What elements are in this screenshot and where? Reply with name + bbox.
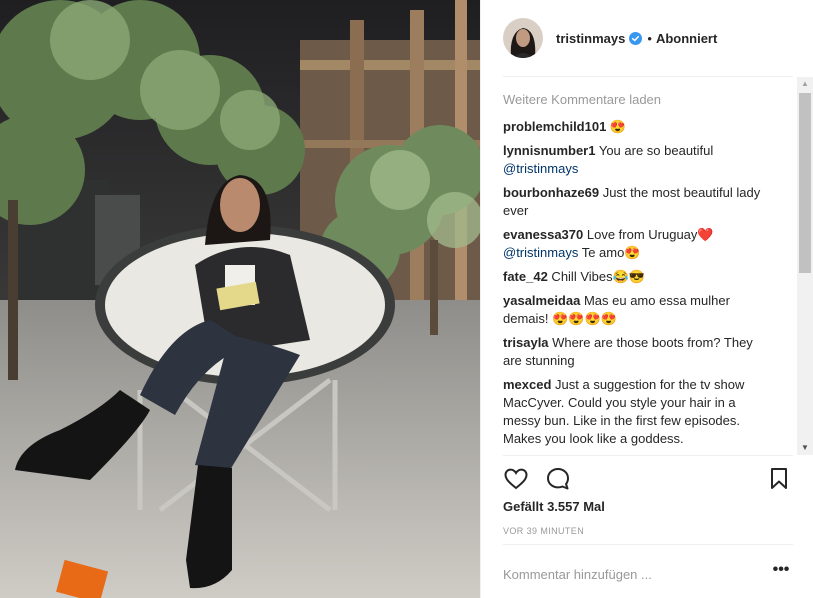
scroll-thumb[interactable] [799, 93, 811, 273]
comment-item: yasalmeidaa Mas eu amo essa mulher demai… [503, 292, 775, 328]
comment-username[interactable]: yasalmeidaa [503, 293, 580, 308]
follow-state-button[interactable]: Abonniert [656, 31, 717, 46]
comment-item: evanessa370 Love from Uruguay❤️ @tristin… [503, 226, 775, 262]
comment-item: problemchild101 😍 [503, 118, 775, 136]
comment-username[interactable]: evanessa370 [503, 227, 583, 242]
comment-username[interactable]: fate_42 [503, 269, 548, 284]
comments-list: Weitere Kommentare laden problemchild101… [503, 88, 775, 454]
add-comment-section: ••• [503, 544, 793, 598]
comment-item: mexced Just a suggestion for the tv show… [503, 376, 775, 448]
separator-dot: • [647, 30, 652, 46]
comment-icon[interactable] [545, 466, 571, 492]
comment-mention[interactable]: @tristinmays [503, 245, 578, 260]
more-options-button[interactable]: ••• [771, 562, 791, 579]
comment-username[interactable]: bourbonhaze69 [503, 185, 599, 200]
scroll-down-arrow-icon[interactable]: ▼ [797, 441, 813, 455]
post-sidebar: tristinmays • Abonniert Weitere Kommenta… [480, 0, 813, 598]
comment-text: You are so beautiful [595, 143, 714, 158]
bookmark-icon[interactable] [766, 466, 792, 492]
comment-text: 😍 [606, 119, 627, 134]
likes-count[interactable]: Gefällt 3.557 Mal [503, 499, 605, 514]
comment-item: fate_42 Chill Vibes😂😎 [503, 268, 775, 286]
comment-text: Love from Uruguay❤️ [583, 227, 714, 242]
comment-item: lynnisnumber1 You are so beautiful @tris… [503, 142, 775, 178]
heart-icon[interactable] [503, 466, 529, 492]
comment-username[interactable]: mexced [503, 377, 551, 392]
comment-item: bourbonhaze69 Just the most beautiful la… [503, 184, 775, 220]
scroll-up-arrow-icon[interactable]: ▲ [797, 77, 813, 91]
comment-username[interactable]: problemchild101 [503, 119, 606, 134]
post-actions [503, 455, 793, 499]
comments-scrollbar[interactable]: ▲ ▼ [797, 77, 813, 455]
post-timestamp[interactable]: VOR 39 MINUTEN [503, 526, 584, 536]
comment-mention[interactable]: @tristinmays [503, 161, 578, 176]
load-more-comments-link[interactable]: Weitere Kommentare laden [503, 88, 775, 112]
photo-illustration [0, 0, 480, 598]
avatar[interactable] [503, 18, 543, 58]
comment-username[interactable]: lynnisnumber1 [503, 143, 595, 158]
comment-username[interactable]: trisayla [503, 335, 549, 350]
username-link[interactable]: tristinmays [556, 31, 625, 46]
post-photo[interactable] [0, 0, 480, 598]
instagram-post: tristinmays • Abonniert Weitere Kommenta… [0, 0, 813, 598]
comment-input[interactable] [503, 560, 753, 588]
comment-text: Chill Vibes😂😎 [547, 269, 645, 284]
comment-text-after: Te amo😍 [578, 245, 641, 260]
comment-item: trisayla Where are those boots from? The… [503, 334, 775, 370]
verified-badge-icon [629, 31, 643, 45]
post-header: tristinmays • Abonniert [503, 0, 793, 77]
